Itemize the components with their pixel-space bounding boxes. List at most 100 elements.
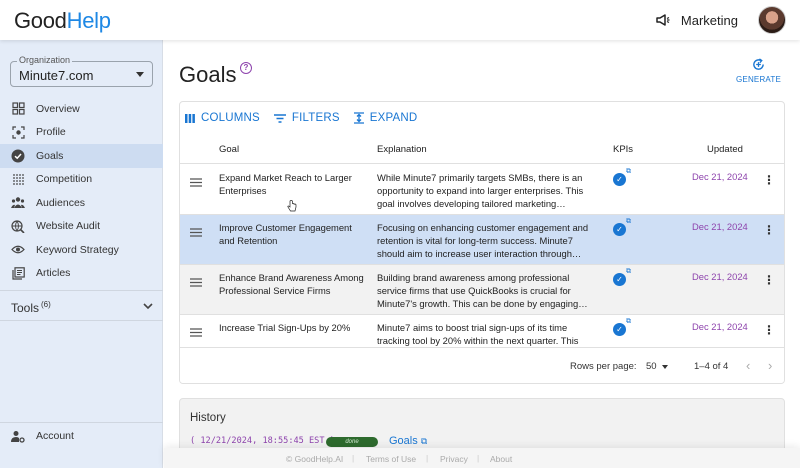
check-circle-icon: ✓ xyxy=(613,323,626,336)
copyright-text: © GoodHelp.AI xyxy=(286,454,344,464)
tools-toggle[interactable]: Tools (6) xyxy=(11,300,153,315)
filters-label: FILTERS xyxy=(291,112,340,124)
check-circle-icon: ✓ xyxy=(613,273,626,286)
generate-label: GENERATE xyxy=(735,75,781,84)
more-options-icon[interactable]: ⋮ xyxy=(763,223,775,237)
table-row[interactable]: Expand Market Reach to Larger Enterprise… xyxy=(180,165,784,215)
footer-separator: | xyxy=(477,453,480,463)
rows-per-page-label: Rows per page: xyxy=(570,361,637,372)
column-header-goal[interactable]: Goal xyxy=(219,144,239,155)
kpi-cell[interactable]: ✓ ⧉ xyxy=(613,268,631,287)
help-icon[interactable]: ? xyxy=(240,62,252,74)
kpi-cell[interactable]: ✓ ⧉ xyxy=(613,168,631,187)
updated-cell: Dec 21, 2024 xyxy=(692,271,748,282)
sidebar-item-profile[interactable]: Profile xyxy=(0,121,163,145)
check-circle-icon: ✓ xyxy=(613,173,626,186)
sidebar-item-audiences[interactable]: Audiences xyxy=(0,191,163,215)
logo-good-text: Good xyxy=(14,8,67,33)
table-header: Goal Explanation KPIs Updated xyxy=(180,138,784,164)
external-link-icon: ⧉ xyxy=(626,318,631,325)
generate-icon xyxy=(753,58,764,70)
filters-button[interactable]: FILTERS xyxy=(273,112,340,124)
goal-cell: Expand Market Reach to Larger Enterprise… xyxy=(219,172,352,196)
organization-label: Organization xyxy=(17,55,73,65)
sidebar-item-account[interactable]: Account xyxy=(11,429,74,443)
column-header-explanation[interactable]: Explanation xyxy=(377,144,427,155)
more-options-icon[interactable]: ⋮ xyxy=(763,323,775,337)
kpi-cell[interactable]: ✓ ⧉ xyxy=(613,218,631,237)
about-link[interactable]: About xyxy=(490,454,512,464)
table-row[interactable]: Enhance Brand Awareness Among Profession… xyxy=(180,265,784,315)
history-timestamp: ( 12/21/2024, 18:55:45 EST ) xyxy=(190,436,335,446)
sidebar-item-goals[interactable]: Goals xyxy=(0,144,163,168)
grid-icon xyxy=(11,102,25,116)
table-toolbar: COLUMNS FILTERS EXPAND xyxy=(185,112,417,124)
logo[interactable]: GoodHelp xyxy=(14,8,111,34)
drag-handle-icon[interactable] xyxy=(190,228,202,240)
more-options-icon[interactable]: ⋮ xyxy=(763,273,775,287)
goals-table: COLUMNS FILTERS EXPAND Goal Explanation … xyxy=(179,101,785,384)
sidebar-item-overview[interactable]: Overview xyxy=(0,97,163,121)
sidebar-item-articles[interactable]: Articles xyxy=(0,262,163,286)
account-settings-icon xyxy=(11,429,25,443)
sidebar-item-website-audit[interactable]: Website Audit xyxy=(0,215,163,239)
goal-cell: Increase Trial Sign-Ups by 20% xyxy=(219,322,351,333)
next-page-icon[interactable]: › xyxy=(768,358,772,373)
sidebar-item-competition[interactable]: Competition xyxy=(0,168,163,192)
history-title: History xyxy=(190,412,226,424)
expand-label: EXPAND xyxy=(369,112,418,124)
sidebar-item-label: Audiences xyxy=(36,196,86,209)
tools-label: Tools (6) xyxy=(11,300,51,315)
tools-label-text: Tools xyxy=(11,301,40,315)
check-circle-icon: ✓ xyxy=(613,223,626,236)
drag-handle-icon[interactable] xyxy=(190,278,202,290)
drag-handle-icon[interactable] xyxy=(190,178,202,190)
sidebar-item-label: Overview xyxy=(36,102,80,115)
chevron-down-icon xyxy=(143,302,153,313)
terms-link[interactable]: Terms of Use xyxy=(366,454,416,464)
main-content: Goals ? GENERATE COLUMNS FILTERS EXPAND … xyxy=(164,40,800,468)
external-link-icon: ⧉ xyxy=(626,268,631,275)
privacy-link[interactable]: Privacy xyxy=(440,454,468,464)
organization-select[interactable]: Organization Minute7.com xyxy=(10,55,153,87)
drag-handle-icon[interactable] xyxy=(190,328,202,340)
status-badge: done xyxy=(326,437,378,447)
expand-icon xyxy=(353,112,364,124)
sidebar-item-label: Profile xyxy=(36,126,66,139)
avatar[interactable] xyxy=(758,6,786,34)
previous-page-icon[interactable]: ‹ xyxy=(746,358,750,373)
rows-per-page-select[interactable]: 50 xyxy=(646,361,657,372)
updated-cell: Dec 21, 2024 xyxy=(692,221,748,232)
page-title: Goals xyxy=(179,62,237,87)
generate-button[interactable]: GENERATE xyxy=(736,58,781,84)
sidebar-item-label: Competition xyxy=(36,173,93,186)
sidebar-item-label: Articles xyxy=(36,267,71,280)
top-bar: GoodHelp Marketing xyxy=(0,0,800,40)
kpi-cell[interactable]: ✓ ⧉ xyxy=(613,318,631,337)
history-goals-link[interactable]: Goals ⧉ xyxy=(389,435,427,447)
sidebar: Organization Minute7.com Overview Profil… xyxy=(0,40,163,468)
column-header-updated[interactable]: Updated xyxy=(707,144,743,155)
column-header-kpis[interactable]: KPIs xyxy=(613,144,633,155)
expand-button[interactable]: EXPAND xyxy=(353,112,418,124)
caret-down-icon[interactable] xyxy=(662,365,668,369)
history-link-text: Goals xyxy=(389,435,418,447)
external-link-icon: ⧉ xyxy=(626,218,631,225)
logo-help-text: Help xyxy=(66,8,111,33)
footer-separator: | xyxy=(426,453,429,463)
sidebar-item-keyword-strategy[interactable]: Keyword Strategy xyxy=(0,238,163,262)
columns-button[interactable]: COLUMNS xyxy=(185,112,260,124)
workspace-name[interactable]: Marketing xyxy=(681,13,738,28)
tools-count: (6) xyxy=(41,300,51,309)
explanation-cell: Focusing on enhancing customer engagemen… xyxy=(377,222,589,259)
explanation-cell: While Minute7 primarily targets SMBs, th… xyxy=(377,172,584,209)
external-link-icon: ⧉ xyxy=(626,168,631,175)
filter-icon xyxy=(273,113,286,123)
organization-value: Minute7.com xyxy=(19,68,94,83)
sidebar-item-label: Website Audit xyxy=(36,220,101,233)
pagination-range: 1–4 of 4 xyxy=(694,361,729,372)
table-row[interactable]: Improve Customer Engagement and Retentio… xyxy=(180,215,784,265)
more-options-icon[interactable]: ⋮ xyxy=(763,173,775,187)
articles-icon xyxy=(11,266,25,280)
goal-cell: Improve Customer Engagement and Retentio… xyxy=(219,222,352,246)
